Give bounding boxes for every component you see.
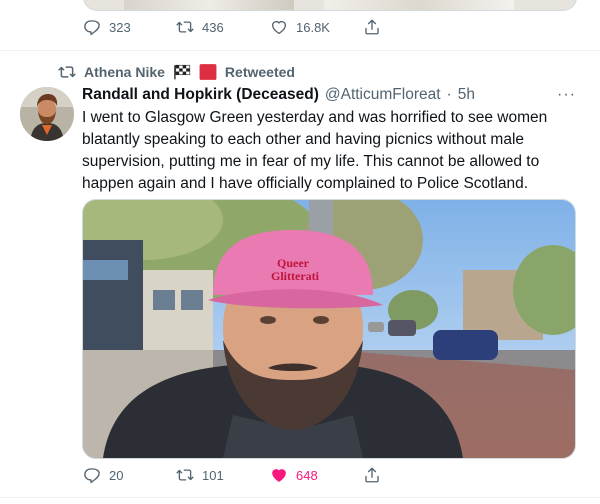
cap-text-line1: Queer (277, 256, 310, 270)
reply-button[interactable]: 20 (83, 466, 123, 484)
reply-icon (84, 20, 100, 36)
retweet-banner[interactable]: Athena Nike Retweeted (58, 62, 295, 82)
separator-dot: · (446, 86, 452, 103)
share-button[interactable] (363, 18, 381, 36)
tweet-header: Randall and Hopkirk (Deceased) @AtticumF… (82, 86, 475, 104)
red-square-icon (199, 64, 217, 80)
heart-icon (272, 469, 286, 482)
avatar-image (20, 87, 74, 141)
handle[interactable]: @AtticumFloreat (325, 86, 441, 104)
like-button[interactable]: 16.8K (270, 18, 330, 36)
tweet-divider (0, 497, 600, 498)
heart-icon (271, 20, 287, 35)
selfie-photo: Queer Glitterati (83, 200, 575, 458)
retweet-icon (176, 469, 194, 481)
like-button[interactable]: 648 (270, 466, 318, 484)
retweeter-name[interactable]: Athena Nike (84, 64, 165, 80)
retweet-button[interactable]: 436 (176, 18, 224, 36)
cap-text-line2: Glitterati (271, 269, 320, 283)
media-fragment (124, 0, 294, 10)
media-fragment (324, 0, 514, 10)
retweet-icon (176, 21, 194, 33)
retweet-count: 436 (202, 19, 224, 35)
reply-count: 323 (109, 19, 131, 35)
share-icon (365, 19, 379, 35)
retweeted-label: Retweeted (224, 64, 295, 80)
tweet-text: I went to Glasgow Green yesterday and wa… (82, 109, 548, 192)
retweet-button[interactable]: 101 (176, 466, 224, 484)
avatar[interactable] (20, 87, 74, 141)
share-button[interactable] (363, 466, 381, 484)
previous-tweet-media[interactable] (83, 0, 577, 11)
retweet-icon (58, 66, 76, 78)
tweet-divider (0, 50, 600, 51)
like-count: 16.8K (296, 19, 330, 35)
reply-icon (84, 468, 100, 484)
reply-button[interactable]: 323 (83, 18, 131, 36)
like-count: 648 (296, 467, 318, 483)
chequered-flag-icon (174, 64, 191, 80)
tweet-photo[interactable]: Queer Glitterati (82, 199, 576, 459)
more-options-button[interactable]: ··· (557, 86, 576, 104)
reply-count: 20 (109, 467, 124, 483)
retweet-count: 101 (202, 467, 224, 483)
timestamp[interactable]: 5h (458, 86, 475, 104)
share-icon (365, 467, 379, 483)
display-name[interactable]: Randall and Hopkirk (Deceased) (82, 86, 319, 104)
